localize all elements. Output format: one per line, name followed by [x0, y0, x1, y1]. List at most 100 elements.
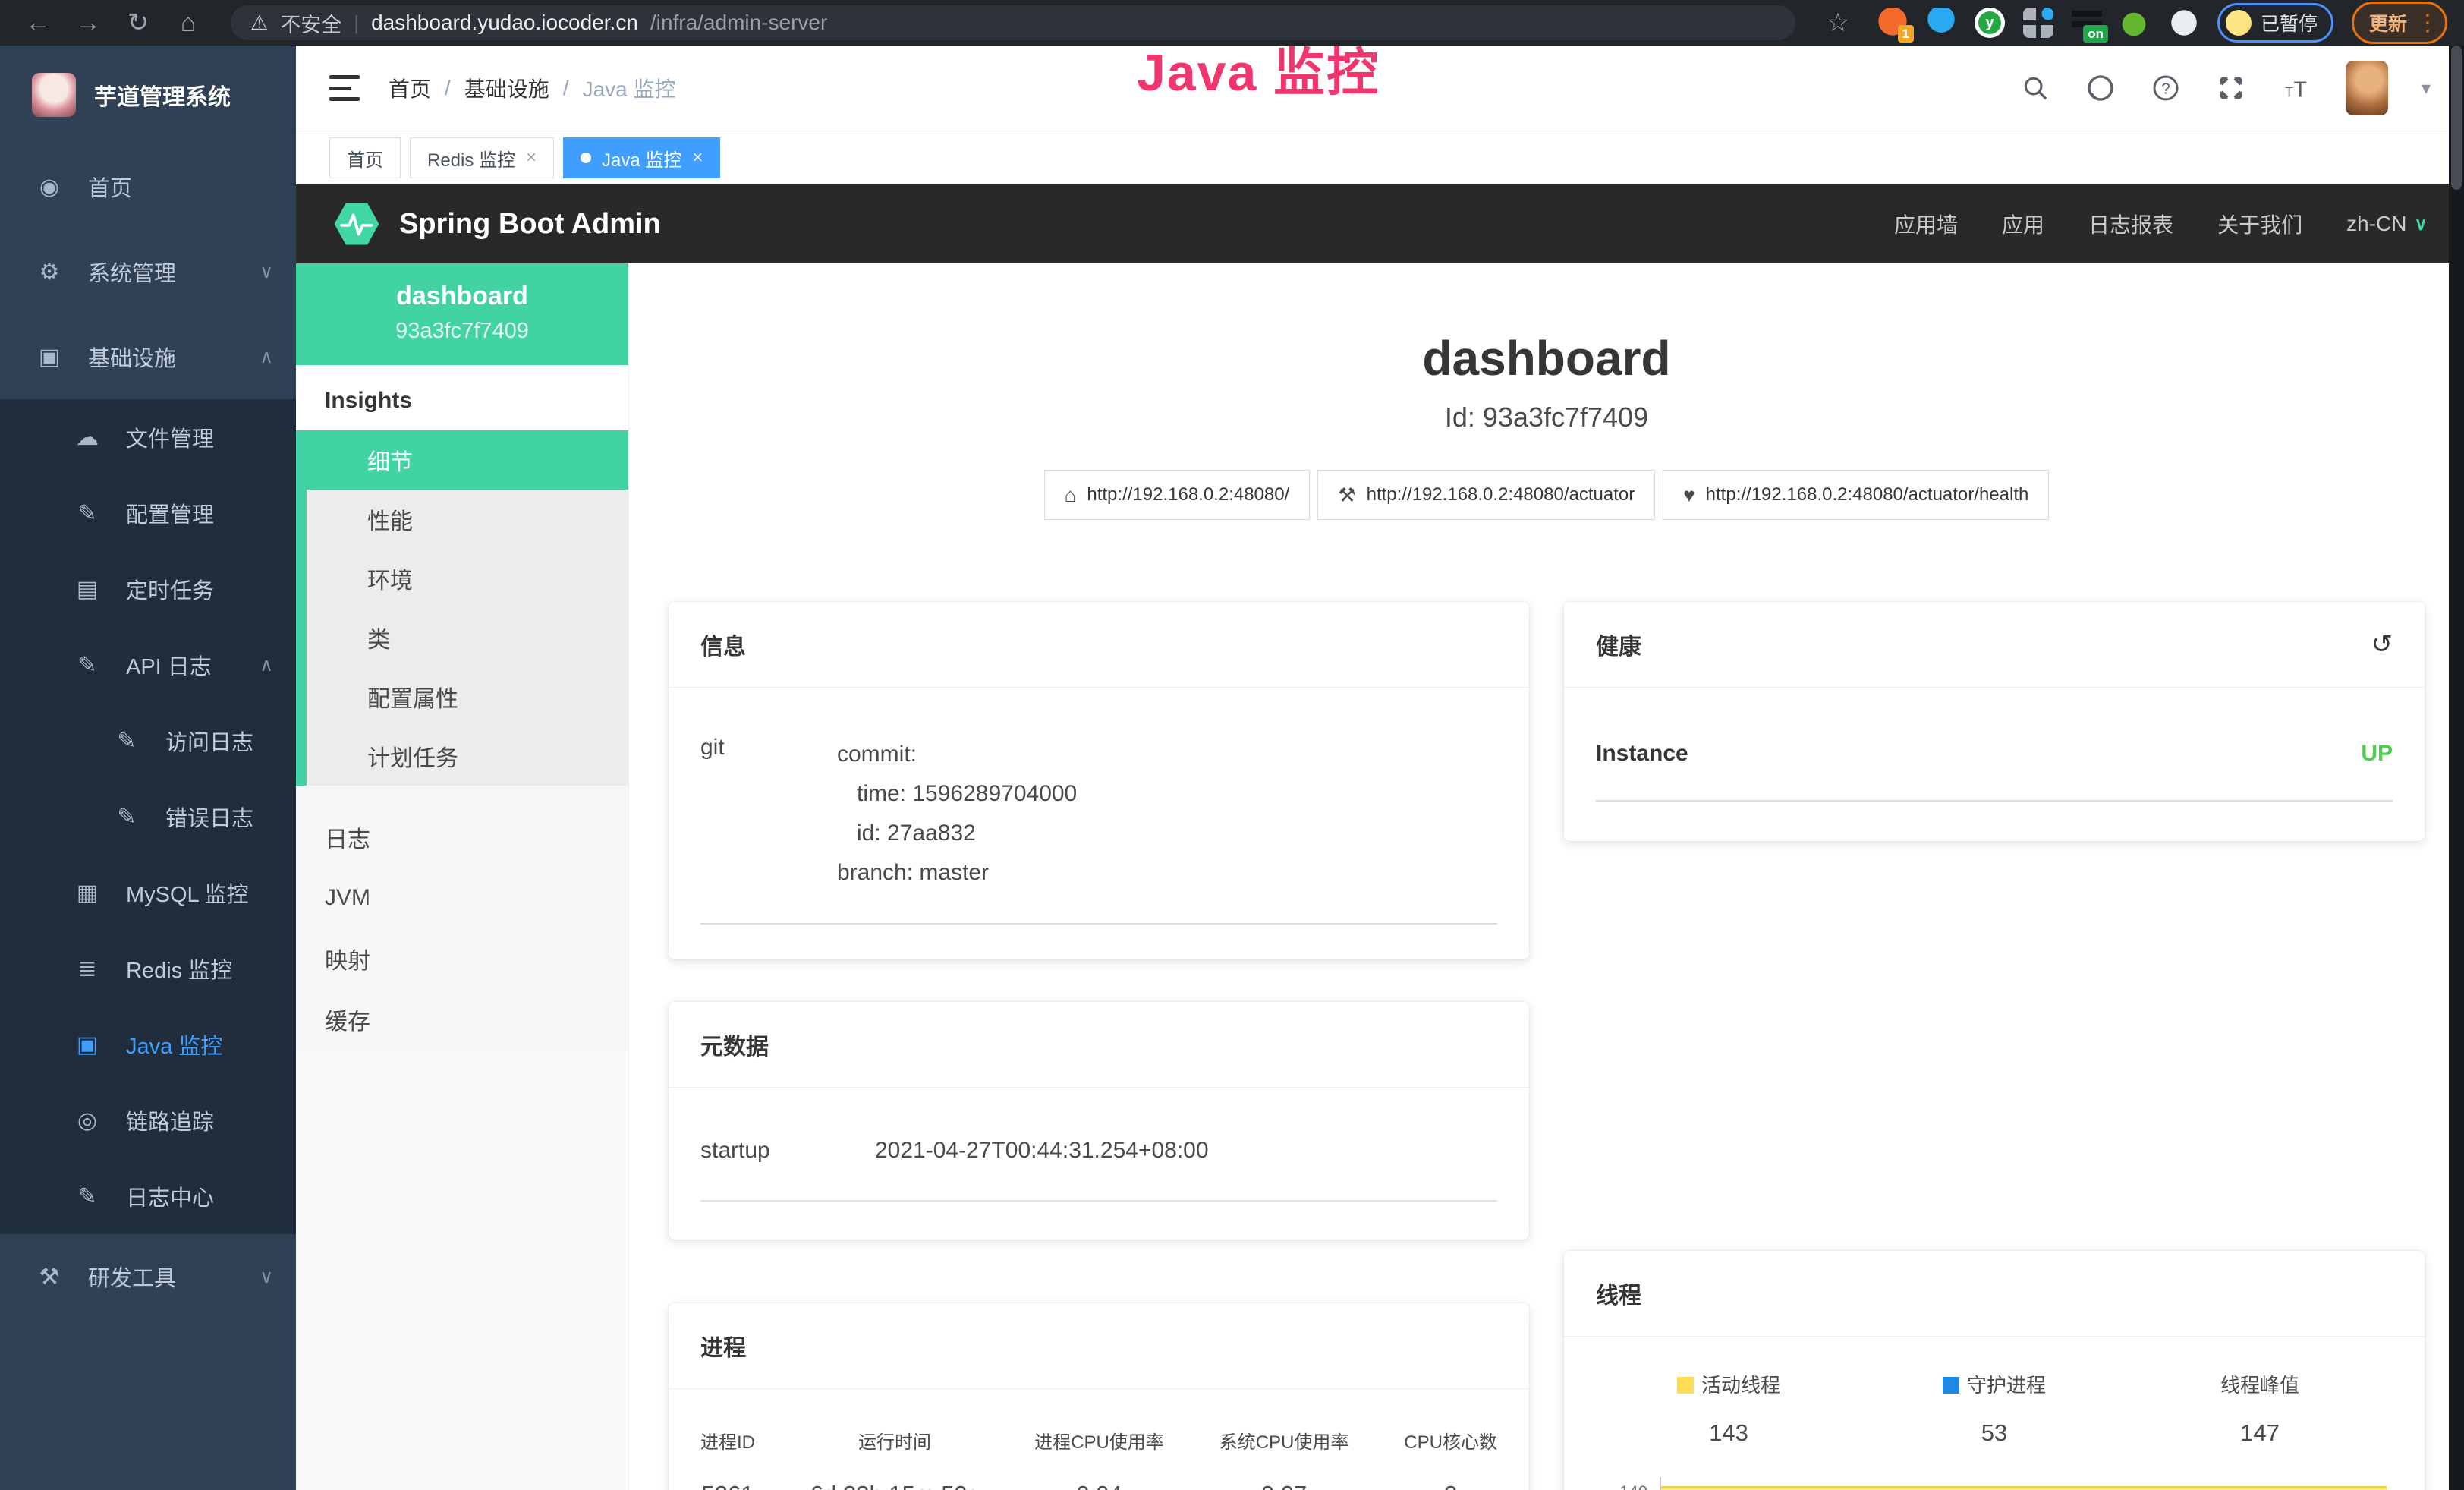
- github-icon[interactable]: [2085, 72, 2116, 104]
- reload-icon[interactable]: ↻: [117, 8, 159, 38]
- profile-chip[interactable]: 已暂停: [2217, 3, 2333, 43]
- bookmark-star-icon[interactable]: ☆: [1817, 8, 1859, 38]
- sidebar-item-error-log[interactable]: ✎ 错误日志: [0, 779, 296, 855]
- edit-icon: ✎: [71, 652, 103, 679]
- sidebar-item-system[interactable]: ⚙ 系统管理 ∨: [0, 229, 296, 314]
- actuator-url-button[interactable]: ⚒ http://192.168.0.2:48080/actuator: [1317, 470, 1655, 520]
- browser-home-icon[interactable]: ⌂: [167, 8, 209, 38]
- sidebar-item-config-mgmt[interactable]: ✎ 配置管理: [0, 475, 296, 551]
- threads-card: 线程 活动线程 守护进程: [1564, 1251, 2425, 1490]
- sidebar-item-api-logs[interactable]: ✎ API 日志 ∧: [0, 627, 296, 703]
- sba-nav-applications[interactable]: 应用: [2002, 209, 2044, 239]
- git-time-line: time: 1596289704000: [837, 774, 1497, 814]
- fullscreen-icon[interactable]: [2215, 72, 2247, 104]
- address-bar[interactable]: ⚠ 不安全 | dashboard.yudao.iocoder.cn /infr…: [231, 5, 1795, 40]
- row-divider: [700, 1200, 1497, 1202]
- card-title-text: 进程: [700, 1329, 746, 1362]
- user-avatar[interactable]: [2346, 61, 2388, 115]
- tab-java-monitor[interactable]: Java 监控 ×: [563, 137, 720, 178]
- dashboard-icon: ◉: [33, 174, 65, 200]
- sba-brand[interactable]: Spring Boot Admin: [332, 200, 661, 248]
- tab-redis-monitor[interactable]: Redis 监控 ×: [410, 137, 554, 178]
- edit-icon: ✎: [111, 728, 143, 754]
- chevron-down-icon: ∨: [260, 1266, 273, 1288]
- chevron-down-icon: ∨: [2414, 213, 2428, 235]
- tab-label: 首页: [347, 145, 383, 172]
- extension-icon-rows[interactable]: on: [2072, 8, 2102, 38]
- page-header: 首页 / 基础设施 / Java 监控: [296, 46, 2464, 131]
- update-browser-button[interactable]: 更新 ⋮: [2352, 2, 2447, 44]
- sba-item-classes[interactable]: 类: [307, 608, 628, 667]
- back-icon[interactable]: ←: [17, 8, 59, 38]
- extension-icon-pin[interactable]: [1926, 8, 1956, 38]
- chevron-up-icon: ∧: [260, 346, 273, 368]
- scrollbar-thumb[interactable]: [2451, 46, 2462, 190]
- sidebar-item-redis-monitor[interactable]: ≣ Redis 监控: [0, 931, 296, 1006]
- page-scrollbar[interactable]: [2449, 46, 2464, 1490]
- extensions-puzzle-icon[interactable]: [2169, 8, 2199, 38]
- collapse-sidebar-icon[interactable]: [329, 75, 360, 101]
- card-title-text: 健康: [1596, 628, 1641, 661]
- help-icon[interactable]: ?: [2150, 72, 2182, 104]
- sidebar-item-java-monitor[interactable]: ▣ Java 监控: [0, 1006, 296, 1082]
- close-icon[interactable]: ×: [526, 147, 537, 169]
- sba-sidebar: dashboard 93a3fc7f7409 Insights 细节 性能 环境…: [296, 263, 629, 1490]
- endpoint-buttons: ⌂ http://192.168.0.2:48080/ ⚒ http://192…: [629, 470, 2464, 520]
- not-secure-label[interactable]: 不安全: [280, 8, 341, 38]
- sidebar-item-label: 链路追踪: [126, 1104, 214, 1136]
- sba-insights-group: 细节 性能 环境 类 配置属性 计划任务: [296, 430, 628, 786]
- sidebar-item-mysql-monitor[interactable]: ▦ MySQL 监控: [0, 855, 296, 931]
- extension-icon-grid[interactable]: [2023, 8, 2053, 38]
- legend-blue-swatch: [1943, 1377, 1959, 1394]
- sba-item-logging[interactable]: 日志: [296, 807, 628, 868]
- address-divider: |: [354, 11, 359, 35]
- search-icon[interactable]: [2019, 72, 2051, 104]
- extension-icon-orange[interactable]: 1: [1877, 8, 1908, 38]
- sba-logo-icon: [332, 200, 381, 248]
- extension-icon-leaf[interactable]: [2120, 8, 2151, 38]
- sidebar-item-dev-tools[interactable]: ⚒ 研发工具 ∨: [0, 1234, 296, 1319]
- forward-icon[interactable]: →: [67, 8, 109, 38]
- sba-item-metrics[interactable]: 性能: [307, 490, 628, 549]
- sidebar-item-log-center[interactable]: ✎ 日志中心: [0, 1158, 296, 1234]
- close-icon[interactable]: ×: [692, 147, 703, 169]
- extension-icon-y[interactable]: y: [1975, 8, 2005, 38]
- sba-item-details[interactable]: 细节: [307, 430, 628, 490]
- col-header: 进程CPU使用率: [1034, 1427, 1164, 1454]
- tab-home[interactable]: 首页: [329, 137, 401, 178]
- sidebar-item-scheduled-jobs[interactable]: ▤ 定时任务: [0, 551, 296, 627]
- health-row[interactable]: Instance UP: [1596, 741, 2393, 767]
- history-icon[interactable]: ↺: [2371, 629, 2393, 660]
- instance-id-line: Id: 93a3fc7f7409: [629, 402, 2464, 433]
- sidebar-item-label: 系统管理: [88, 256, 176, 288]
- sba-nav-wall[interactable]: 应用墙: [1894, 209, 1958, 239]
- breadcrumb-home[interactable]: 首页: [389, 73, 431, 103]
- sba-item-config-props[interactable]: 配置属性: [307, 667, 628, 726]
- col-header: 进程ID: [700, 1427, 755, 1454]
- sba-item-jvm[interactable]: JVM: [296, 868, 628, 928]
- sba-nav-about[interactable]: 关于我们: [2217, 209, 2302, 239]
- health-url-button[interactable]: ♥ http://192.168.0.2:48080/actuator/heal…: [1663, 470, 2049, 520]
- sidebar-item-access-log[interactable]: ✎ 访问日志: [0, 703, 296, 779]
- sidebar-item-tracing[interactable]: ◎ 链路追踪: [0, 1082, 296, 1158]
- sba-nav-journal[interactable]: 日志报表: [2088, 209, 2173, 239]
- sba-item-mappings[interactable]: 映射: [296, 928, 628, 989]
- app-logo-row[interactable]: 芋道管理系统: [0, 46, 296, 144]
- sba-item-scheduled-tasks[interactable]: 计划任务: [307, 726, 628, 786]
- col-value: 5261: [700, 1481, 755, 1490]
- breadcrumb-infra[interactable]: 基础设施: [464, 73, 549, 103]
- sba-item-environment[interactable]: 环境: [307, 549, 628, 608]
- sba-item-caches[interactable]: 缓存: [296, 989, 628, 1050]
- sba-lower-group: 日志 JVM 映射 缓存: [296, 786, 628, 1050]
- sba-instance-header[interactable]: dashboard 93a3fc7f7409: [296, 263, 628, 365]
- sidebar-item-file-mgmt[interactable]: ☁ 文件管理: [0, 399, 296, 475]
- live-threads-value: 143: [1596, 1419, 1861, 1447]
- sidebar-item-infra[interactable]: ▣ 基础设施 ∧: [0, 314, 296, 399]
- browser-extensions: ☆ 1 y on 已暂停 更新 ⋮: [1817, 2, 2447, 44]
- sidebar-item-home[interactable]: ◉ 首页: [0, 144, 296, 229]
- user-caret-down-icon[interactable]: ▾: [2422, 77, 2431, 99]
- browser-menu-icon[interactable]: ⋮: [2416, 17, 2430, 29]
- sba-language-select[interactable]: zh-CN ∨: [2346, 212, 2428, 236]
- service-url-button[interactable]: ⌂ http://192.168.0.2:48080/: [1044, 470, 1311, 520]
- font-size-icon[interactable]: T T: [2280, 72, 2312, 104]
